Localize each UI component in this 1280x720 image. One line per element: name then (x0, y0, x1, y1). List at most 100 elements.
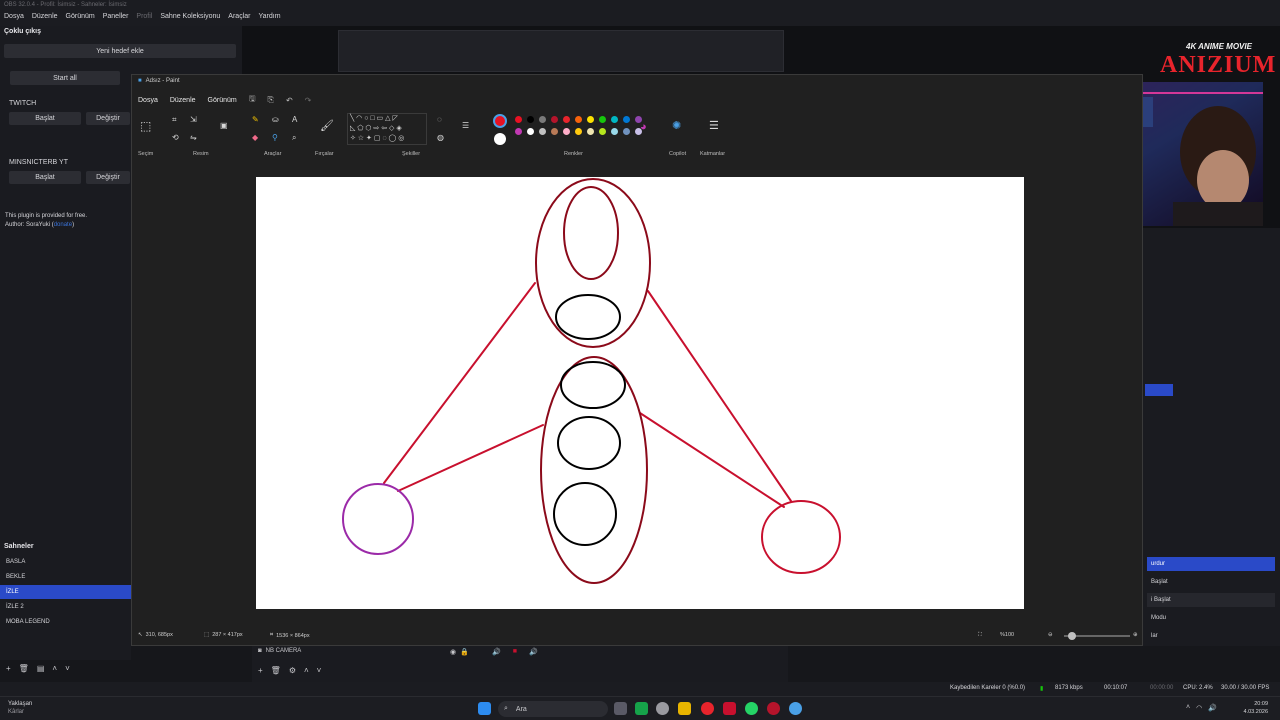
twitch-start-button[interactable]: Başlat (9, 112, 81, 125)
save-icon[interactable]: 🖫 (249, 93, 256, 107)
scene-item[interactable]: İZLE 2 (0, 600, 131, 614)
color-swatch[interactable] (527, 116, 534, 123)
color-swatch[interactable] (563, 116, 570, 123)
redo-icon[interactable]: ↷ (305, 96, 312, 105)
obs-menu-file[interactable]: Dosya (4, 13, 24, 25)
color-swatch[interactable] (599, 128, 606, 135)
color-swatch[interactable] (551, 128, 558, 135)
remove-source-icon[interactable]: 🗑 (271, 666, 281, 675)
scene-item[interactable]: BEKLE (0, 570, 131, 584)
app-icon[interactable] (723, 702, 736, 715)
pencil-icon[interactable]: ✎ (252, 115, 259, 124)
magnifier-icon[interactable]: ⌕ (292, 133, 296, 143)
speaker-icon[interactable]: 🔊 (529, 648, 538, 656)
obs-menu-edit[interactable]: Düzenle (32, 13, 58, 25)
share-icon[interactable]: ⎘ (268, 95, 274, 105)
zoom-level[interactable]: %100 (1000, 632, 1014, 638)
rotate-icon[interactable]: ⟲ (172, 133, 179, 142)
app-icon[interactable] (635, 702, 648, 715)
color-swatch[interactable] (527, 128, 534, 135)
obs-menu-docks[interactable]: Paneller (103, 13, 129, 25)
start-icon[interactable] (478, 702, 491, 715)
secondary-color-swatch[interactable] (494, 133, 506, 145)
add-source-icon[interactable]: + (258, 666, 263, 675)
color-swatch[interactable] (515, 116, 522, 123)
zoom-in-icon[interactable]: ⊕ (1133, 632, 1138, 638)
color-swatch[interactable] (611, 116, 618, 123)
volume-icon[interactable]: 🔊 (1208, 704, 1217, 712)
clock[interactable]: 20:09 4.03.2026 (1244, 700, 1268, 716)
obs-menu-help[interactable]: Yardım (258, 13, 280, 25)
source-row[interactable]: ◙ NB CAMERA (258, 648, 301, 654)
chevron-up-icon[interactable]: ˄ (1186, 704, 1190, 712)
color-swatch[interactable] (587, 128, 594, 135)
obs-menu-profile[interactable]: Profil (136, 13, 152, 25)
color-picker-icon[interactable]: ⚲ (272, 133, 278, 142)
resize-icon[interactable]: ⇲ (190, 115, 197, 124)
shape-fill-icon[interactable]: ◍ (437, 133, 444, 142)
scene-item-active[interactable]: İZLE (0, 585, 131, 599)
opera-icon[interactable] (767, 702, 780, 715)
color-swatch[interactable] (539, 128, 546, 135)
color-swatch[interactable] (623, 128, 630, 135)
source-down-icon[interactable]: ˅ (317, 666, 322, 675)
donate-link[interactable]: donate (54, 222, 72, 228)
fit-window-icon[interactable]: ⛶ (978, 632, 982, 639)
brush-icon[interactable]: 🖌 (320, 119, 334, 132)
obs-menu-scene-collection[interactable]: Sahne Koleksiyonu (160, 13, 220, 25)
image-select-icon[interactable]: ▣ (220, 121, 228, 130)
chrome-icon[interactable] (701, 702, 714, 715)
add-scene-icon[interactable]: + (6, 664, 11, 673)
shapes-gallery[interactable]: ╲ ◠ ○ □ ▭ △ ◸ ◺ ⬠ ⬡ ⇨ ⇦ ◇ ◈ ✧ ☆ ✦ ▢ ◌ ◯ ◎ (347, 113, 427, 145)
youtube-edit-button[interactable]: Değiştir (86, 171, 130, 184)
remove-scene-icon[interactable]: 🗑 (19, 664, 29, 673)
color-swatch[interactable] (563, 128, 570, 135)
obs-menu-tools[interactable]: Araçlar (228, 13, 250, 25)
add-target-button[interactable]: Yeni hedef ekle (4, 44, 236, 58)
zoom-slider-thumb[interactable] (1068, 632, 1076, 640)
youtube-start-button[interactable]: Başlat (9, 171, 81, 184)
taskbar-search[interactable]: ⌕ Ara (498, 701, 608, 717)
source-settings-icon[interactable]: ⚙ (289, 666, 296, 675)
select-icon[interactable]: ⬚ (140, 119, 151, 133)
paint-menu-file[interactable]: Dosya (138, 97, 158, 104)
control-start-record[interactable]: Başlat (1147, 575, 1275, 589)
color-swatch[interactable] (599, 116, 606, 123)
flip-icon[interactable]: ⇋ (190, 133, 197, 142)
color-swatch[interactable] (539, 116, 546, 123)
size-icon[interactable]: ☰ (462, 121, 469, 130)
paint-icon[interactable] (789, 702, 802, 715)
control-pause[interactable]: urdur (1147, 557, 1275, 571)
file-explorer-icon[interactable] (678, 702, 691, 715)
move-down-icon[interactable]: ˅ (65, 664, 70, 673)
lock-icon[interactable]: 🔒 (460, 648, 469, 656)
color-swatch[interactable] (575, 116, 582, 123)
speaker-icon[interactable]: 🔊 (492, 648, 501, 656)
move-up-icon[interactable]: ˄ (52, 664, 57, 673)
start-all-button[interactable]: Start all (10, 71, 120, 85)
filter-icon[interactable]: ▤ (37, 664, 45, 673)
twitch-edit-button[interactable]: Değiştir (86, 112, 130, 125)
settings-icon[interactable] (656, 702, 669, 715)
paint-menu-view[interactable]: Görünüm (208, 97, 237, 104)
edit-colors-icon[interactable]: ◕ (640, 121, 647, 133)
undo-icon[interactable]: ↶ (286, 96, 293, 105)
task-view-icon[interactable] (614, 702, 627, 715)
color-swatch[interactable] (611, 128, 618, 135)
primary-color-swatch[interactable] (493, 114, 507, 128)
fill-icon[interactable]: ⛀ (272, 115, 279, 124)
mute-icon[interactable]: ■ (513, 648, 517, 656)
color-swatch[interactable] (575, 128, 582, 135)
color-swatch[interactable] (587, 116, 594, 123)
control-studio-mode[interactable]: Modu (1147, 611, 1275, 625)
zoom-out-icon[interactable]: ⊖ (1048, 632, 1053, 638)
obs-menu-view[interactable]: Görünüm (66, 13, 95, 25)
color-swatch[interactable] (515, 128, 522, 135)
visibility-icon[interactable]: ◉ (450, 648, 456, 656)
scene-item[interactable]: BASLA (0, 555, 131, 569)
source-up-icon[interactable]: ˄ (304, 666, 309, 675)
copilot-icon[interactable]: ✺ (672, 119, 681, 132)
layers-icon[interactable]: ☰ (709, 119, 719, 132)
control-start-virtual[interactable]: i Başlat (1147, 593, 1275, 607)
outline-icon[interactable]: ◌ (437, 115, 442, 124)
